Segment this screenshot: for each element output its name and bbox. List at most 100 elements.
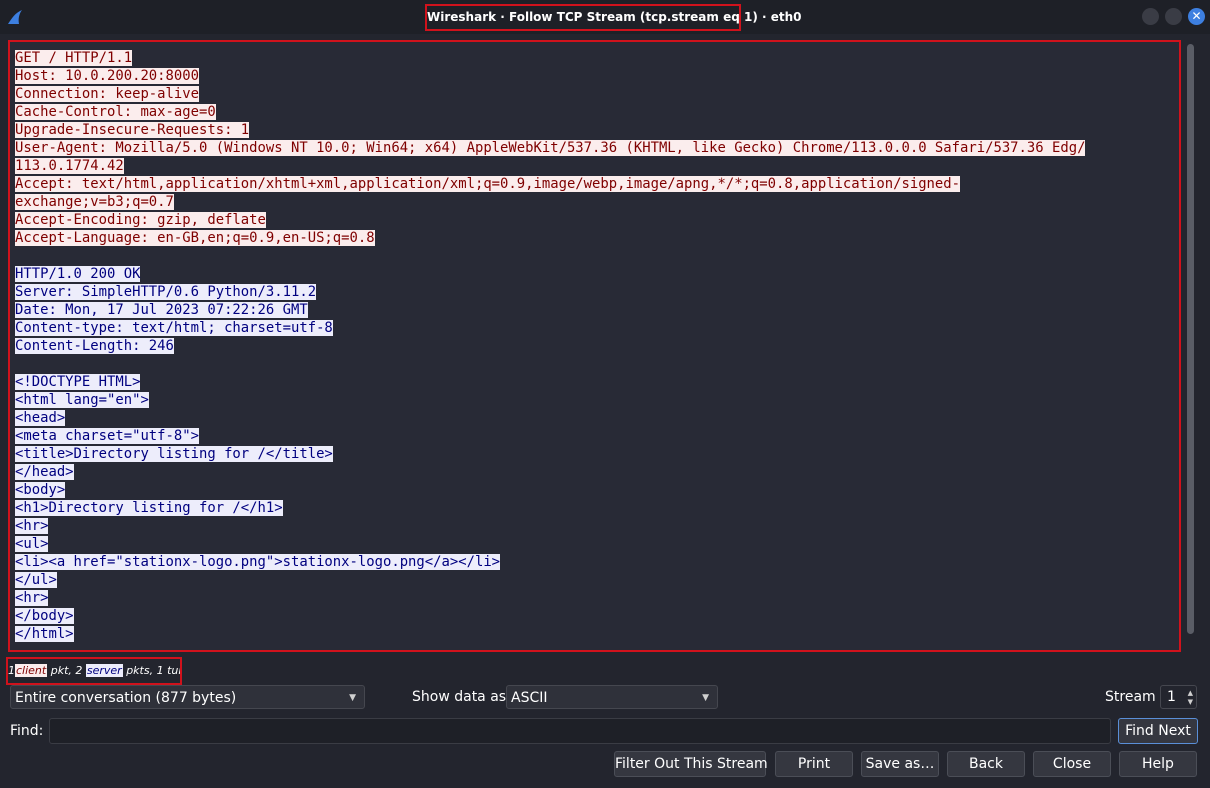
server-data-segment: </body> (15, 608, 74, 624)
stream-line: <hr> (15, 517, 1085, 535)
stream-line: <title>Directory listing for /</title> (15, 445, 1085, 463)
stream-label: Stream (1105, 689, 1156, 705)
server-data-segment: <h1>Directory listing for /</h1> (15, 500, 283, 516)
stream-line: GET / HTTP/1.1 (15, 49, 1085, 67)
stepper-up-icon[interactable]: ▲ (1188, 689, 1193, 697)
find-input[interactable] (49, 718, 1111, 744)
server-data-segment: Date: Mon, 17 Jul 2023 07:22:26 GMT (15, 302, 308, 318)
minimize-button[interactable] (1142, 8, 1159, 25)
stream-line: Date: Mon, 17 Jul 2023 07:22:26 GMT (15, 301, 1085, 319)
show-data-select[interactable]: ASCII ▼ (506, 685, 718, 709)
server-data-segment: <hr> (15, 518, 49, 534)
filter-out-stream-button[interactable]: Filter Out This Stream (614, 751, 768, 777)
client-data-segment: Connection: keep-alive (15, 86, 199, 102)
stats-mid-text: pkt, 2 (47, 664, 86, 677)
print-button[interactable]: Print (775, 751, 853, 777)
server-data-segment: <!DOCTYPE HTML> (15, 374, 141, 390)
stream-line: HTTP/1.0 200 OK (15, 265, 1085, 283)
client-data-segment: Cache-Control: max-age=0 (15, 104, 216, 120)
client-data-segment: Upgrade-Insecure-Requests: 1 (15, 122, 250, 138)
stream-number-stepper[interactable]: 1 ▲ ▼ (1160, 685, 1197, 709)
server-data-segment: </ul> (15, 572, 57, 588)
stream-line: </body> (15, 607, 1085, 625)
stream-line: Host: 10.0.200.20:8000 (15, 67, 1085, 85)
conversation-select-value: Entire conversation (877 bytes) (15, 690, 237, 706)
chevron-down-icon: ▼ (349, 693, 356, 703)
server-data-segment: <title>Directory listing for /</title> (15, 446, 333, 462)
title-bar: Wireshark · Follow TCP Stream (tcp.strea… (0, 0, 1210, 34)
stream-line: Accept-Language: en-GB,en;q=0.9,en-US;q=… (15, 229, 1085, 247)
stream-line: <!DOCTYPE HTML> (15, 373, 1085, 391)
stats-client-label: client (15, 664, 48, 677)
stream-line: Connection: keep-alive (15, 85, 1085, 103)
find-next-button[interactable]: Find Next (1118, 718, 1198, 744)
stream-line: <h1>Directory listing for /</h1> (15, 499, 1085, 517)
help-button[interactable]: Help (1119, 751, 1197, 777)
stream-line: exchange;v=b3;q=0.7 (15, 193, 1085, 211)
stream-line: <hr> (15, 589, 1085, 607)
stream-line: </ul> (15, 571, 1085, 589)
client-data-segment: Accept: text/html,application/xhtml+xml,… (15, 176, 961, 192)
server-data-segment: <li><a href="stationx-logo.png">stationx… (15, 554, 501, 570)
stream-text: GET / HTTP/1.1 Host: 10.0.200.20:8000 Conn… (15, 49, 1086, 643)
stream-line: User-Agent: Mozilla/5.0 (Windows NT 10.0… (15, 139, 1086, 157)
stream-line: Accept-Encoding: gzip, deflate (15, 211, 1085, 229)
stream-line: <head> (15, 409, 1085, 427)
server-data-segment: Content-type: text/html; charset=utf-8 (15, 320, 333, 336)
stream-line (15, 247, 1085, 265)
server-data-segment: </html> (15, 626, 74, 642)
maximize-button[interactable] (1165, 8, 1182, 25)
stream-line: </html> (15, 625, 1085, 643)
find-label: Find: (10, 723, 44, 739)
server-data-segment: </head> (15, 464, 74, 480)
server-data-segment: <ul> (15, 536, 49, 552)
stream-line (15, 355, 1085, 373)
stream-line: <meta charset="utf-8"> (15, 427, 1085, 445)
scrollbar-thumb[interactable] (1187, 44, 1194, 634)
client-data-segment: 113.0.1774.42 (15, 158, 124, 174)
stream-line: Accept: text/html,application/xhtml+xml,… (15, 175, 1085, 193)
stream-line: Content-type: text/html; charset=utf-8 (15, 319, 1085, 337)
vertical-scrollbar[interactable] (1185, 40, 1199, 652)
server-data-segment: Content-Length: 246 (15, 338, 174, 354)
stepper-down-icon[interactable]: ▼ (1188, 698, 1193, 706)
stats-client-count: 1 (8, 664, 15, 677)
stream-line: Content-Length: 246 (15, 337, 1085, 355)
stream-line: <body> (15, 481, 1085, 499)
server-data-segment: <meta charset="utf-8"> (15, 428, 199, 444)
wireshark-fin-icon (8, 10, 22, 24)
stream-line: Cache-Control: max-age=0 (15, 103, 1085, 121)
back-button[interactable]: Back (947, 751, 1025, 777)
server-data-segment: Server: SimpleHTTP/0.6 Python/3.11.2 (15, 284, 317, 300)
server-data-segment: <body> (15, 482, 66, 498)
close-window-button[interactable]: ✕ (1188, 8, 1205, 25)
chevron-down-icon: ▼ (702, 693, 709, 703)
stream-line: Upgrade-Insecure-Requests: 1 (15, 121, 1085, 139)
client-data-segment: User-Agent: Mozilla/5.0 (Windows NT 10.0… (15, 140, 1086, 156)
stream-line: </head> (15, 463, 1085, 481)
save-as-button[interactable]: Save as… (861, 751, 939, 777)
conversation-select[interactable]: Entire conversation (877 bytes) ▼ (10, 685, 365, 709)
show-data-label: Show data as (412, 689, 507, 705)
client-data-segment: GET / HTTP/1.1 (15, 50, 133, 66)
server-data-segment: <hr> (15, 590, 49, 606)
close-button[interactable]: Close (1033, 751, 1111, 777)
stats-tail-text: pkts, 1 turn. (126, 664, 180, 677)
stream-content-pane[interactable]: GET / HTTP/1.1 Host: 10.0.200.20:8000 Conn… (8, 40, 1181, 652)
stream-line: <li><a href="stationx-logo.png">stationx… (15, 553, 1085, 571)
stream-line: Server: SimpleHTTP/0.6 Python/3.11.2 (15, 283, 1085, 301)
stats-server-label: server (85, 664, 123, 677)
client-data-segment: Host: 10.0.200.20:8000 (15, 68, 199, 84)
server-data-segment: <head> (15, 410, 66, 426)
stream-line: <html lang="en"> (15, 391, 1085, 409)
client-data-segment: exchange;v=b3;q=0.7 (15, 194, 174, 210)
window-title: Wireshark · Follow TCP Stream (tcp.strea… (425, 4, 802, 31)
show-data-select-value: ASCII (511, 690, 548, 706)
client-data-segment: Accept-Language: en-GB,en;q=0.9,en-US;q=… (15, 230, 375, 246)
stream-line: 113.0.1774.42 (15, 157, 1085, 175)
stream-line: <ul> (15, 535, 1085, 553)
stream-number-value: 1 (1167, 689, 1176, 705)
client-data-segment: Accept-Encoding: gzip, deflate (15, 212, 266, 228)
server-data-segment: HTTP/1.0 200 OK (15, 266, 141, 282)
server-data-segment: <html lang="en"> (15, 392, 149, 408)
